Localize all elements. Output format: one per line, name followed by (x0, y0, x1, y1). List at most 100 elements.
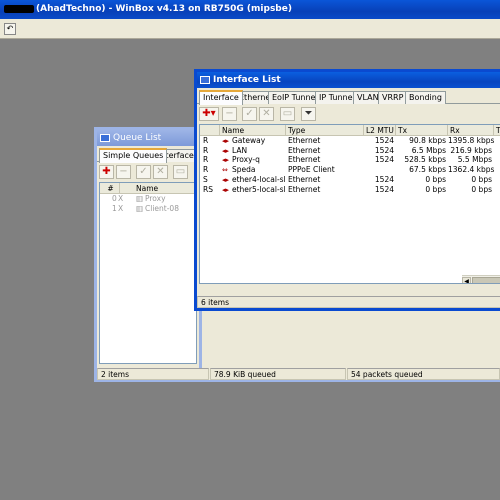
table-row[interactable]: 1 X ▥ Client-08 (100, 204, 196, 214)
column-num[interactable]: # (100, 183, 120, 194)
table-row[interactable]: RS◂▸ether5-local-sl...Ethernet15240 bps0… (200, 185, 500, 195)
horizontal-scrollbar[interactable]: ◀ (462, 275, 500, 283)
cell-tx: 528.5 kbps (404, 155, 446, 165)
cell-tx2 (494, 155, 500, 165)
column-tx[interactable]: Tx (396, 125, 448, 136)
cell-type: Ethernet (288, 174, 321, 184)
queue-icon: ▥ (136, 194, 144, 203)
cell-name: ether5-local-sl... (232, 184, 286, 194)
queue-status-packets: 54 packets queued (347, 368, 500, 380)
queue-list-window: Queue List Simple Queues Interface Queue… (94, 127, 231, 382)
enable-button[interactable]: ✓ (136, 165, 151, 179)
column-flags[interactable] (200, 125, 220, 136)
column-l2mtu[interactable]: L2 MTU (364, 125, 396, 136)
disable-button[interactable]: ✕ (153, 165, 168, 179)
filter-icon[interactable]: ⏷ (301, 107, 316, 121)
column-rx[interactable]: Rx (448, 125, 494, 136)
cell-flag: R (203, 165, 209, 175)
window-icon (100, 134, 110, 142)
interface-status-bar: 6 items (197, 296, 500, 308)
main-window-titlebar: (AhadTechno) - WinBox v4.13 on RB750G (m… (0, 0, 500, 19)
cell-flag: RS (203, 184, 213, 194)
cell-name: ether4-local-sl... (232, 174, 286, 184)
cell-tx: 90.8 kbps (409, 136, 446, 145)
interface-list-window: Interface List Interface Ethernet EoIP T… (194, 69, 500, 311)
table-row[interactable]: R ◂▸ LAN Ethernet 1524 6.5 Mbps 216.9 kbps (200, 146, 500, 156)
interface-status-items: 6 items (197, 296, 500, 308)
column-name[interactable]: Name (220, 125, 286, 136)
cell-type: Ethernet (288, 145, 321, 155)
main-window-title: (AhadTechno) - WinBox v4.13 on RB750G (m… (36, 4, 292, 14)
add-button[interactable]: ✚ (99, 165, 114, 179)
horizontal-scrollbar-track (200, 275, 462, 283)
interface-table: Name Type L2 MTU Tx Rx Tx R◂▸GatewayEthe… (199, 124, 500, 284)
cell-type: Ethernet (288, 155, 321, 165)
cell-l2mtu: 1524 (374, 155, 394, 165)
interface-toolbar: ✚▾ − ✓ ✕ ▭ ⏷ (197, 104, 500, 124)
cell-tx: 6.5 Mbps (411, 145, 446, 155)
queue-status-bar: 2 items 78.9 KiB queued 54 packets queue… (97, 368, 500, 380)
queue-tabs: Simple Queues Interface Queues (97, 148, 231, 163)
cell-tx2 (494, 175, 500, 185)
column-type[interactable]: Type (286, 125, 364, 136)
cell-l2mtu: 1524 (374, 145, 394, 155)
queue-table: # Name 0 X ▥ Proxy 1 X ▥ Client-08 (99, 182, 197, 364)
cell-tx: 0 bps (425, 184, 446, 194)
cell-l2mtu: 1524 (374, 136, 394, 145)
interface-list-titlebar[interactable]: Interface List (197, 72, 500, 88)
queue-list-title: Queue List (113, 133, 162, 143)
cell-rx: 1362.4 kbps (448, 165, 494, 175)
queue-toolbar: ✚ − ✓ ✕ ▭ (97, 162, 199, 182)
interface-table-header: Name Type L2 MTU Tx Rx Tx (200, 125, 500, 136)
interface-list-title: Interface List (213, 75, 281, 85)
disable-button[interactable]: ✕ (259, 107, 274, 121)
cell-flag: R (203, 145, 209, 155)
cell-rx: 216.9 kbps (450, 145, 492, 155)
comment-button[interactable]: ▭ (280, 107, 295, 121)
cell-tx2 (494, 185, 500, 195)
tab-simple-queues[interactable]: Simple Queues (99, 148, 168, 163)
tab-bonding[interactable]: Bonding (405, 91, 446, 104)
remove-button[interactable]: − (116, 165, 131, 179)
cell-name: LAN (232, 145, 248, 155)
queue-icon: ▥ (136, 204, 144, 213)
row-name: Client-08 (145, 204, 179, 213)
cell-type: PPPoE Client (288, 165, 335, 175)
main-toolbar: ↶ (0, 19, 500, 39)
queue-list-titlebar[interactable]: Queue List (97, 130, 199, 146)
undo-icon[interactable]: ↶ (4, 23, 16, 35)
table-row[interactable]: R ⇔ Speda PPPoE Client 67.5 kbps 1362.4 kbps (200, 165, 500, 175)
cell-flag: S (203, 174, 208, 184)
cell-rx: 0 bps (471, 174, 492, 184)
interface-tabs: Interface Ethernet EoIP Tunnel IP Tunnel… (197, 90, 500, 105)
cell-l2mtu: 1524 (374, 174, 394, 184)
column-name[interactable]: Name (134, 183, 196, 194)
tab-eoip-tunnel[interactable]: EoIP Tunnel (268, 91, 322, 104)
queue-status-queued: 78.9 KiB queued (210, 368, 346, 380)
cell-tx2 (494, 165, 500, 175)
comment-button[interactable]: ▭ (173, 165, 188, 179)
table-row[interactable]: 0 X ▥ Proxy (100, 194, 196, 204)
tab-vrrp[interactable]: VRRP (378, 91, 408, 104)
table-row[interactable]: S◂▸ether4-local-sl...Ethernet15240 bps0 … (200, 175, 500, 185)
table-row[interactable]: R ◂▸ Gateway Ethernet 1524 90.8 kbps 1395.8 kb… (200, 136, 500, 146)
redacted-identity (4, 4, 34, 13)
scroll-thumb[interactable] (472, 277, 500, 283)
cell-name: Speda (232, 165, 256, 175)
column-tx-2[interactable]: Tx (494, 125, 500, 136)
queue-table-header: # Name (100, 183, 196, 194)
cell-rx: 5.5 Mbps (457, 155, 492, 165)
cell-type: Ethernet (288, 136, 321, 145)
tab-interface[interactable]: Interface (199, 90, 243, 105)
cell-tx2 (494, 146, 500, 156)
cell-flag: R (203, 136, 209, 145)
scroll-left-icon[interactable]: ◀ (462, 277, 471, 283)
add-dropdown-button[interactable]: ✚▾ (199, 107, 219, 121)
cell-l2mtu (364, 165, 396, 175)
table-row[interactable]: R ◂▸ Proxy-q Ethernet 1524 528.5 kbps 5.5 Mbps (200, 155, 500, 165)
remove-button[interactable]: − (222, 107, 237, 121)
row-name: Proxy (145, 194, 166, 203)
enable-button[interactable]: ✓ (242, 107, 257, 121)
window-icon (200, 76, 210, 84)
cell-l2mtu: 1524 (374, 184, 394, 194)
